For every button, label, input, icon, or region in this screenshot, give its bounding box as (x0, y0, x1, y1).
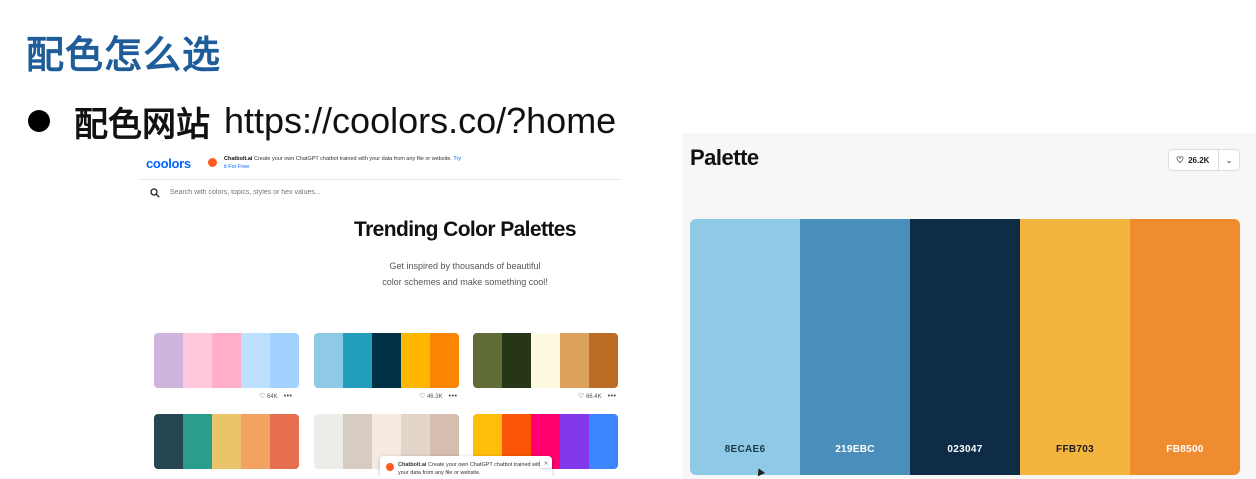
like-count: 66.4K (585, 394, 602, 400)
palette-swatch[interactable] (589, 333, 618, 388)
palette-swatch[interactable] (343, 414, 372, 469)
page-heading: Trending Color Palettes (354, 218, 577, 241)
palette-swatch[interactable] (183, 333, 212, 388)
palette-swatch[interactable] (560, 333, 589, 388)
palette-swatch[interactable] (372, 333, 401, 388)
toast-brand: Chatbolt.ai (398, 462, 427, 468)
chatbolt-toast[interactable]: Chatbolt.ai Create your own ChatGPT chat… (380, 456, 552, 476)
like-group: ♡ 46.3K (419, 392, 443, 400)
palette-swatch[interactable] (314, 333, 343, 388)
palette-card-meta: ♡ 46.3K ••• (419, 392, 458, 401)
palette-swatch[interactable] (212, 414, 241, 469)
swatch-hex-label[interactable]: 8ECAE6 (690, 444, 800, 455)
bullet-label: 配色网站 (74, 104, 210, 145)
palette-swatch[interactable] (154, 333, 183, 388)
palette-card[interactable] (314, 333, 459, 388)
bullet-row: 配色网站 https://coolors.co/?home (28, 96, 616, 146)
palette-swatch-large[interactable]: 219EBC (800, 219, 910, 475)
palette-card[interactable] (154, 414, 299, 469)
subtext-line-2: color schemes and make something cool! (382, 277, 548, 287)
palette-swatch[interactable] (589, 414, 618, 469)
palette-swatch[interactable] (154, 414, 183, 469)
search-icon (150, 188, 160, 198)
like-button-group: ♡ 26.2K ⌄ (1168, 149, 1240, 171)
palette-swatch[interactable] (241, 414, 270, 469)
palette-swatch-large[interactable]: 023047 (910, 219, 1020, 475)
palette-card[interactable] (473, 333, 618, 388)
palette-swatch[interactable] (270, 414, 299, 469)
like-count: 26.2K (1188, 155, 1210, 165)
palette-swatch[interactable] (401, 333, 430, 388)
palette-swatch[interactable] (241, 333, 270, 388)
swatch-hex-label[interactable]: FB8500 (1130, 444, 1240, 455)
coolors-topbar: coolors Chatbolt.ai Create your own Chat… (140, 148, 620, 180)
palette-swatch[interactable] (270, 333, 299, 388)
page-subtext: Get inspired by thousands of beautiful c… (140, 258, 626, 290)
swatch-hex-label[interactable]: 023047 (910, 444, 1020, 455)
palette-swatch[interactable] (473, 333, 502, 388)
palette-card-meta: ♡ 64K ••• (259, 392, 293, 401)
heart-icon[interactable]: ♡ (419, 393, 425, 400)
chevron-down-icon[interactable]: ⌄ (1219, 156, 1239, 165)
palette-swatch[interactable] (531, 333, 560, 388)
heart-icon[interactable]: ♡ (578, 393, 584, 400)
heart-icon[interactable]: ♡ (259, 393, 265, 400)
palette-swatch-large[interactable]: FB8500 (1130, 219, 1240, 475)
palette-screenshot: Palette ♡ 26.2K ⌄ 8ECAE6 219EBC 023047 FFB7… (682, 133, 1256, 479)
chatbolt-logo-icon (208, 158, 217, 167)
palette-swatch[interactable] (314, 414, 343, 469)
palette-card-meta: ♡ 66.4K ••• (578, 392, 617, 401)
palette-swatch-large[interactable]: FFB703 (1020, 219, 1130, 475)
ad-brand: Chatbolt.ai (224, 156, 253, 162)
swatch-hex-label[interactable]: FFB703 (1020, 444, 1130, 455)
chatbolt-logo-icon (386, 463, 394, 471)
coolors-logo[interactable]: coolors (146, 156, 191, 171)
coolors-screenshot: coolors Chatbolt.ai Create your own Chat… (140, 148, 626, 476)
ad-text: Create your own ChatGPT chatbot trained … (253, 156, 452, 162)
palette-swatch[interactable] (343, 333, 372, 388)
palette-swatch[interactable] (430, 333, 459, 388)
palette-swatch-large[interactable]: 8ECAE6 (690, 219, 800, 475)
more-icon[interactable]: ••• (449, 393, 458, 400)
palette-card[interactable] (154, 333, 299, 388)
heart-icon: ♡ (1176, 154, 1185, 165)
swatch-hex-label[interactable]: 219EBC (800, 444, 910, 455)
toast-close-button[interactable]: × (540, 459, 552, 468)
slide-title: 配色怎么选 (26, 33, 222, 77)
bullet-dot-icon (28, 110, 50, 132)
search-input[interactable] (170, 189, 470, 196)
palette-swatch[interactable] (212, 333, 241, 388)
palette-swatch[interactable] (183, 414, 212, 469)
palette-title: Palette (690, 145, 759, 170)
palette-swatch[interactable] (560, 414, 589, 469)
like-count: 64K (266, 394, 278, 400)
more-icon[interactable]: ••• (608, 393, 617, 400)
palette-swatch[interactable] (502, 333, 531, 388)
subtext-line-1: Get inspired by thousands of beautiful (389, 261, 541, 271)
like-group: ♡ 66.4K (578, 392, 602, 400)
ad-banner[interactable]: Chatbolt.ai Create your own ChatGPT chat… (224, 155, 464, 171)
toast-text-block: Chatbolt.ai Create your own ChatGPT chat… (398, 461, 548, 476)
palette-swatches: 8ECAE6 219EBC 023047 FFB703 FB8500 (690, 219, 1240, 475)
like-group: ♡ 64K (259, 392, 278, 400)
like-count: 46.3K (426, 394, 443, 400)
more-icon[interactable]: ••• (284, 393, 293, 400)
like-button[interactable]: ♡ 26.2K (1169, 150, 1219, 170)
bullet-url[interactable]: https://coolors.co/?home (224, 100, 616, 142)
